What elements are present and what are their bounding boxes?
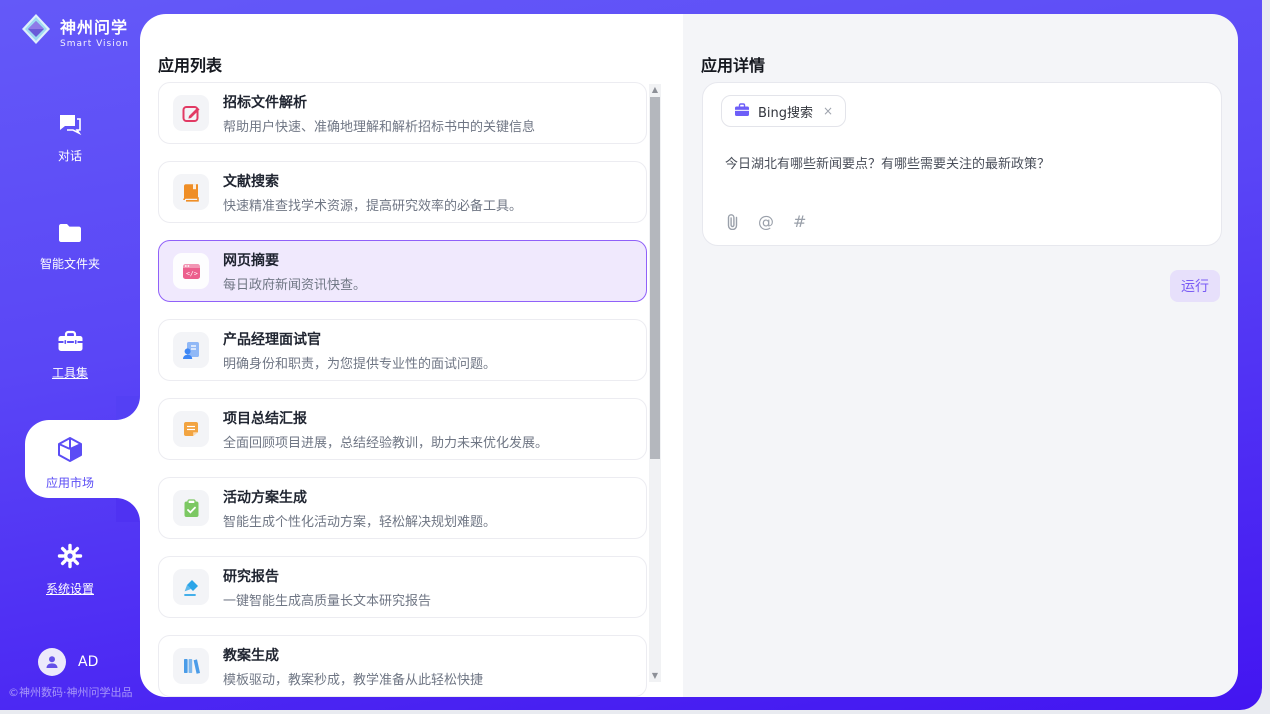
app-card-desc: 帮助用户快速、准确地理解和解析招标书中的关键信息 — [223, 116, 535, 135]
scrollbar-up-icon[interactable]: ▲ — [649, 84, 661, 96]
scrollbar-thumb[interactable] — [650, 97, 660, 459]
app-detail-title: 应用详情 — [701, 52, 765, 76]
app-list-title: 应用列表 — [158, 52, 222, 76]
person-icon — [44, 654, 60, 670]
pen-icon — [173, 569, 209, 605]
app-detail-panel: 应用详情 Bing搜索 × 今日湖北有哪些新闻要点？有哪些需要关注的最新政策？ — [683, 14, 1238, 697]
hash-icon[interactable]: # — [793, 212, 806, 231]
app-card[interactable]: 研究报告一键智能生成高质量长文本研究报告 — [158, 556, 647, 618]
sidebar-item-label: 应用市场 — [46, 474, 94, 491]
query-card: Bing搜索 × 今日湖北有哪些新闻要点？有哪些需要关注的最新政策？ @ # — [702, 82, 1222, 246]
app-card-title: 文献搜索 — [223, 171, 522, 191]
brand-name: 神州问学 — [60, 14, 129, 38]
brand: 神州问学 Smart Vision — [20, 12, 129, 50]
user-avatar[interactable] — [38, 648, 66, 676]
books-icon — [173, 648, 209, 684]
browser-code-icon: </> — [173, 253, 209, 289]
app-card-desc: 每日政府新闻资讯快查。 — [223, 274, 366, 293]
app-card-title: 研究报告 — [223, 566, 431, 586]
user-row[interactable]: AD — [38, 648, 98, 676]
cube-icon — [57, 436, 83, 467]
app-card-title: 网页摘要 — [223, 250, 366, 270]
tab-fillet-bottom — [116, 498, 140, 522]
scrollbar[interactable]: ▲ ▼ — [649, 84, 661, 682]
sidebar-footer: ©神州数码·神州问学出品 — [8, 684, 140, 700]
person-doc-icon — [173, 332, 209, 368]
sidebar-item-folder[interactable]: 智能文件夹 — [0, 222, 140, 272]
scrollbar-down-icon[interactable]: ▼ — [649, 670, 661, 682]
gear-icon — [57, 543, 83, 573]
sidebar-item-label: 工具集 — [52, 364, 88, 381]
app-card[interactable]: 活动方案生成智能生成个性化活动方案，轻松解决规划难题。 — [158, 477, 647, 539]
sidebar-item-chat[interactable]: 对话 — [0, 112, 140, 164]
tab-fillet-top — [116, 396, 140, 420]
book-icon — [173, 174, 209, 210]
folder-icon — [57, 222, 83, 248]
app-card[interactable]: 教案生成模板驱动，教案秒成，教学准备从此轻松快捷 — [158, 635, 647, 697]
app-card-title: 活动方案生成 — [223, 487, 496, 507]
app-card[interactable]: </> 网页摘要每日政府新闻资讯快查。 — [158, 240, 647, 302]
paperclip-icon[interactable] — [725, 213, 739, 230]
app-card-title: 项目总结汇报 — [223, 408, 548, 428]
app-card[interactable]: 项目总结汇报全面回顾项目进展，总结经验教训，助力未来优化发展。 — [158, 398, 647, 460]
chat-icon — [57, 112, 83, 140]
query-toolbar: @ # — [725, 212, 806, 231]
app-card[interactable]: 文献搜索快速精准查找学术资源，提高研究效率的必备工具。 — [158, 161, 647, 223]
app-card-desc: 明确身份和职责，为您提供专业性的面试问题。 — [223, 353, 496, 372]
app-card-list: 招标文件解析帮助用户快速、准确地理解和解析招标书中的关键信息文献搜索快速精准查找… — [158, 82, 648, 697]
chip-close-icon[interactable]: × — [821, 104, 835, 118]
note-icon — [173, 411, 209, 447]
brand-diamond-logo-icon — [20, 12, 52, 50]
app-card-desc: 全面回顾项目进展，总结经验教训，助力未来优化发展。 — [223, 432, 548, 451]
sidebar-item-label: 系统设置 — [46, 580, 94, 597]
app-card-desc: 一键智能生成高质量长文本研究报告 — [223, 590, 431, 609]
toolbox-icon — [57, 330, 84, 357]
app-card-title: 产品经理面试官 — [223, 329, 496, 349]
app-list-panel: 应用列表 招标文件解析帮助用户快速、准确地理解和解析招标书中的关键信息文献搜索快… — [140, 14, 683, 697]
sidebar-item-gear[interactable]: 系统设置 — [0, 543, 140, 597]
briefcase-icon — [734, 102, 750, 121]
sidebar: 神州问学 Smart Vision 对话智能文件夹工具集应用市场系统设置 AD … — [0, 0, 140, 710]
app-card-title: 教案生成 — [223, 645, 483, 665]
app-card-title: 招标文件解析 — [223, 92, 535, 112]
edit-icon — [173, 95, 209, 131]
tool-chip-label: Bing搜索 — [758, 102, 813, 121]
app-card-desc: 智能生成个性化活动方案，轻松解决规划难题。 — [223, 511, 496, 530]
user-name: AD — [78, 654, 98, 670]
query-input[interactable]: 今日湖北有哪些新闻要点？有哪些需要关注的最新政策？ — [725, 153, 1195, 172]
app-card[interactable]: 招标文件解析帮助用户快速、准确地理解和解析招标书中的关键信息 — [158, 82, 647, 144]
content-area: 应用列表 招标文件解析帮助用户快速、准确地理解和解析招标书中的关键信息文献搜索快… — [140, 14, 1238, 697]
at-icon[interactable]: @ — [758, 212, 774, 231]
brand-subtitle: Smart Vision — [60, 39, 129, 49]
sidebar-item-label: 对话 — [58, 147, 82, 164]
app-card-desc: 快速精准查找学术资源，提高研究效率的必备工具。 — [223, 195, 522, 214]
app-window: 神州问学 Smart Vision 对话智能文件夹工具集应用市场系统设置 AD … — [0, 0, 1262, 710]
app-card[interactable]: 产品经理面试官明确身份和职责，为您提供专业性的面试问题。 — [158, 319, 647, 381]
run-button[interactable]: 运行 — [1170, 270, 1220, 302]
svg-text:</>: </> — [186, 269, 198, 277]
sidebar-item-toolbox[interactable]: 工具集 — [0, 330, 140, 381]
app-card-desc: 模板驱动，教案秒成，教学准备从此轻松快捷 — [223, 669, 483, 688]
tool-chip-bing-search[interactable]: Bing搜索 × — [721, 95, 846, 127]
clipboard-check-icon — [173, 490, 209, 526]
sidebar-item-cube[interactable]: 应用市场 — [0, 436, 140, 491]
sidebar-item-label: 智能文件夹 — [40, 255, 100, 272]
